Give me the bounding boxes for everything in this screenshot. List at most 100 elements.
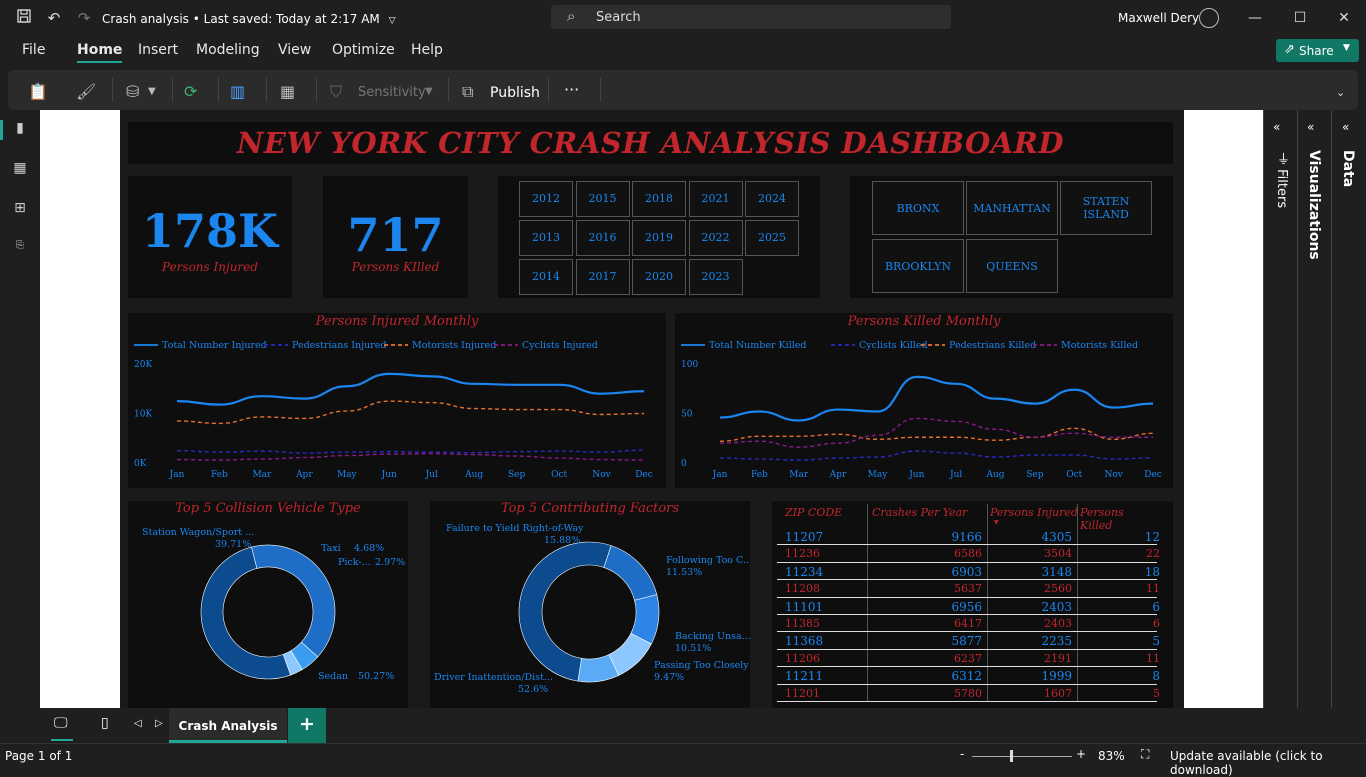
update-link[interactable]: Update available (click to download) [1170, 749, 1366, 777]
menu-view[interactable]: View [278, 42, 311, 58]
slice-value-0: 52.6% [518, 684, 548, 695]
expand-visualizations-icon[interactable]: « [1307, 120, 1314, 134]
dax-query-icon[interactable]: ⎘ [10, 240, 30, 260]
zoom-slider[interactable] [972, 756, 1072, 757]
year-button-2023[interactable]: 2023 [688, 259, 743, 295]
table-row[interactable]: 11368 5877 2235 5 [777, 632, 1160, 650]
kpi-card-killed[interactable]: 717 Persons KIlled [323, 176, 468, 298]
menu-modeling[interactable]: Modeling [196, 42, 260, 58]
table-row[interactable]: 11206 6237 2191 11 [777, 650, 1160, 668]
column-header[interactable]: Persons Killed [1080, 506, 1157, 532]
killed-monthly-chart[interactable]: Persons Killed Monthly Total Number Kill… [675, 313, 1173, 488]
year-slicer: 2012 2015 2018 2021 2024 2013 2016 2019 2022 2025… [498, 176, 820, 298]
year-button-2024[interactable]: 2024 [745, 181, 799, 217]
next-page-icon[interactable]: ▷ [155, 718, 163, 729]
zoom-slider-thumb[interactable] [1010, 750, 1013, 762]
format-painter-icon[interactable]: 🖌 [76, 82, 96, 101]
slice-label-2: Pick-... [338, 557, 371, 568]
paste-icon[interactable]: 📋 [28, 82, 48, 101]
prev-page-icon[interactable]: ◁ [134, 718, 142, 729]
desktop-layout-icon[interactable]: 🖵 [54, 715, 68, 731]
menu-optimize[interactable]: Optimize [332, 42, 395, 58]
zoom-out-button[interactable]: - [960, 747, 964, 761]
borough-button-brooklyn[interactable]: BROOKLYN [872, 239, 964, 293]
column-header[interactable]: Crashes Per Year [872, 506, 967, 530]
year-button-2020[interactable]: 2020 [632, 259, 686, 295]
fit-to-page-icon[interactable]: ⛶ [1141, 747, 1149, 762]
year-button-2014[interactable]: 2014 [519, 259, 573, 295]
menu-help[interactable]: Help [411, 42, 443, 58]
borough-button-manhattan[interactable]: MANHATTAN [966, 181, 1058, 235]
zoom-level[interactable]: 83% [1098, 749, 1125, 763]
table-row[interactable]: 11207 9166 4305 12 [777, 528, 1160, 546]
search-icon: ⌕ [567, 7, 576, 25]
close-icon[interactable]: ✕ [1334, 8, 1354, 28]
chevron-down-icon[interactable]: ▼ [148, 86, 156, 97]
add-page-button[interactable]: + [288, 708, 326, 743]
maximize-icon[interactable]: ☐ [1290, 8, 1310, 28]
avatar[interactable] [1199, 8, 1219, 28]
x-tick-label: Nov [1104, 470, 1123, 480]
mobile-layout-icon[interactable]: ▯ [101, 715, 109, 731]
borough-button-bronx[interactable]: BRONX [872, 181, 964, 235]
borough-button-staten-island[interactable]: STATEN ISLAND [1060, 181, 1152, 235]
model-view-icon[interactable]: ⊞ [10, 200, 30, 220]
table-view-icon[interactable]: ▦ [10, 160, 30, 180]
column-header[interactable]: Persons Injured [990, 506, 1078, 530]
table-row[interactable]: 11236 6586 3504 22 [777, 545, 1160, 563]
refresh-icon[interactable]: ⟳ [184, 82, 197, 101]
filters-pane-tab[interactable]: ⏚ Filters [1272, 152, 1291, 208]
get-data-icon[interactable]: ⛁ [126, 82, 139, 101]
visualizations-pane-tab[interactable]: Visualizations [1306, 150, 1322, 260]
table-row[interactable]: 11211 6312 1999 8 [777, 667, 1160, 685]
zoom-in-button[interactable]: + [1076, 747, 1086, 761]
year-button-2022[interactable]: 2022 [688, 220, 743, 256]
more-options-button[interactable]: ··· [564, 80, 579, 99]
table-row[interactable]: 11208 5637 2560 11 [777, 580, 1160, 598]
series-line-1 [719, 450, 1154, 461]
table-row[interactable]: 11201 5780 1607 5 [777, 685, 1160, 702]
save-icon[interactable] [14, 8, 34, 28]
column-header[interactable]: ZIP CODE [785, 506, 842, 530]
expand-data-icon[interactable]: « [1342, 120, 1349, 134]
publish-button[interactable]: Publish [490, 85, 540, 101]
minimize-icon[interactable]: — [1245, 8, 1265, 28]
year-button-2021[interactable]: 2021 [688, 181, 743, 217]
year-button-2015[interactable]: 2015 [575, 181, 630, 217]
undo-icon[interactable]: ↶ [44, 8, 64, 28]
vehicle-type-chart[interactable]: Top 5 Collision Vehicle Type Station Wag… [128, 501, 408, 708]
collapse-ribbon-icon[interactable]: ⌄ [1336, 86, 1345, 99]
menu-home[interactable]: Home [77, 42, 123, 63]
report-view-icon[interactable]: ▮ [10, 120, 30, 140]
year-button-2019[interactable]: 2019 [632, 220, 686, 256]
menu-insert[interactable]: Insert [138, 42, 178, 58]
new-visual-icon[interactable]: ▥ [230, 82, 245, 101]
year-button-2016[interactable]: 2016 [575, 220, 630, 256]
table-row[interactable]: 11385 6417 2403 6 [777, 615, 1160, 633]
data-pane-tab[interactable]: Data [1340, 150, 1356, 187]
factors-chart[interactable]: Top 5 Contributing Factors Driver Inatte… [430, 501, 750, 708]
injured-monthly-chart[interactable]: Persons Injured Monthly Total Number Inj… [128, 313, 666, 488]
tab-crash-analysis[interactable]: Crash Analysis [169, 708, 287, 743]
year-button-2013[interactable]: 2013 [519, 220, 573, 256]
kpi-card-injured[interactable]: 178K Persons Injured [128, 176, 292, 298]
search-box[interactable]: ⌕ Search [551, 5, 951, 29]
borough-button-queens[interactable]: QUEENS [966, 239, 1058, 293]
year-button-2025[interactable]: 2025 [745, 220, 799, 256]
x-tick-label: Jun [908, 470, 924, 480]
table-row[interactable]: 11234 6903 3148 18 [777, 563, 1160, 581]
last-saved: Last saved: Today at 2:17 AM [203, 12, 380, 26]
year-button-2018[interactable]: 2018 [632, 181, 686, 217]
table-row[interactable]: 11101 6956 2403 6 [777, 598, 1160, 615]
table-cell: 9166 [951, 530, 982, 544]
year-button-2012[interactable]: 2012 [519, 181, 573, 217]
chevron-down-icon[interactable]: ▽ [389, 16, 396, 26]
calculator-icon[interactable]: ▦ [280, 82, 295, 101]
user-name[interactable]: Maxwell Dery [1118, 11, 1199, 25]
expand-filters-icon[interactable]: « [1273, 120, 1280, 134]
sensitivity-button[interactable]: Sensitivity [358, 85, 426, 100]
year-button-2017[interactable]: 2017 [575, 259, 630, 295]
redo-icon[interactable]: ↷ [74, 8, 94, 28]
menu-file[interactable]: File [22, 42, 45, 58]
share-button[interactable]: ⇗ Share ▼ [1276, 39, 1359, 62]
